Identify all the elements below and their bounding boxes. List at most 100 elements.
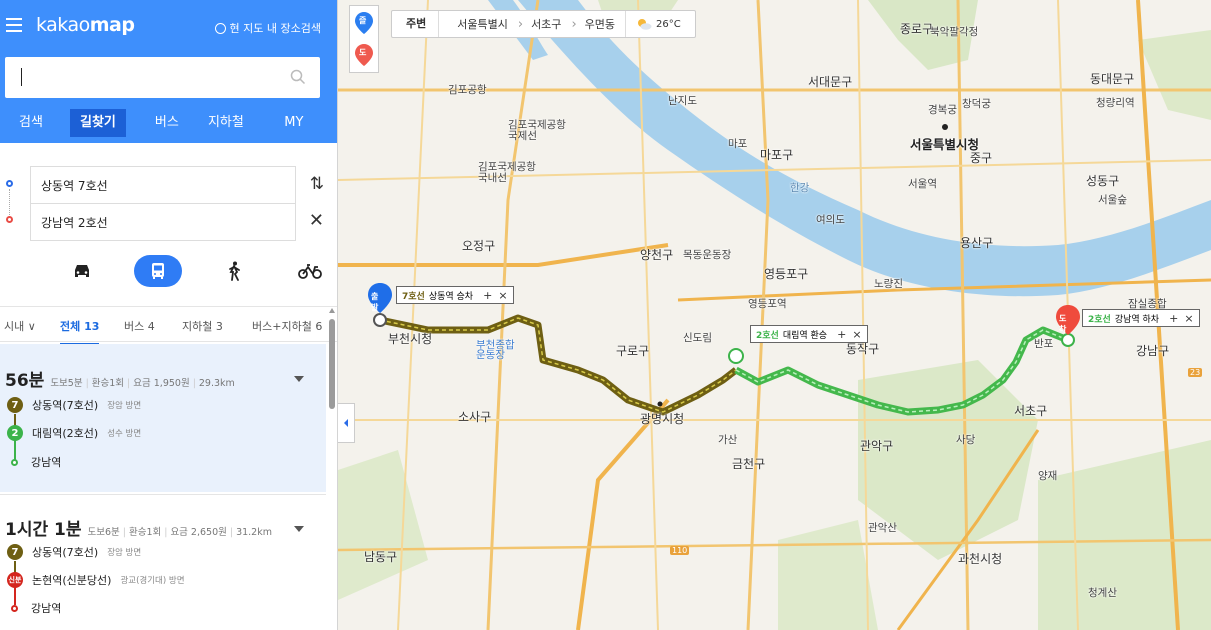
step-board: 7 상동역(7호선) 장암 방면 — [7, 544, 141, 560]
scrollbar-thumb[interactable] — [329, 319, 335, 409]
main-tabs: 검색 길찾기 버스 지하철 MY — [0, 108, 337, 138]
popup-text: 상동역 승차 — [428, 291, 474, 302]
duration: 56분 — [5, 371, 45, 391]
map-label-poi: 신도림 — [683, 332, 712, 344]
collapse-panel-button[interactable] — [338, 403, 355, 443]
step-arrive: 강남역 — [7, 454, 61, 470]
chevron-down-icon[interactable] — [294, 526, 304, 532]
fare: 요금 1,950원 — [133, 378, 190, 389]
direction: 장암 방면 — [107, 401, 142, 411]
tab-bus-subway-filter[interactable]: 버스+지하철 6 — [252, 318, 322, 334]
tab-subway-filter[interactable]: 지하철 3 — [182, 318, 223, 334]
close-icon[interactable]: × — [852, 328, 861, 341]
sinbundang-badge-icon: 신분 — [7, 572, 23, 588]
destination-pin-button[interactable]: 도 — [355, 44, 373, 70]
bus-icon — [152, 263, 164, 279]
tab-subway-label: 지하철 — [182, 320, 213, 333]
swap-icon[interactable]: ⇅ — [310, 174, 324, 194]
tab-bus-label: 버스 — [124, 320, 145, 333]
transit-mode-button[interactable] — [134, 255, 182, 287]
walk-mode-button[interactable] — [210, 255, 258, 287]
kakaomap-logo[interactable]: kakaomap — [36, 14, 135, 36]
highway-shield-icon: 110 — [670, 546, 690, 555]
step-transfer: 신분 논현역(신분당선) 광교(경기대) 방면 — [7, 572, 185, 588]
direction: 광교(경기대) 방면 — [120, 576, 185, 586]
transfer-count: 환승1회 — [128, 527, 162, 538]
station-name: 강남역 — [31, 602, 62, 615]
results-scrollbar[interactable] — [328, 305, 336, 415]
chevron-left-icon — [344, 419, 348, 427]
tab-bus[interactable]: 버스 — [134, 108, 200, 138]
map-label-poi: 사당 — [956, 434, 976, 446]
close-icon[interactable]: ✕ — [309, 210, 324, 231]
road-shield-icon: 23 — [1188, 368, 1203, 377]
nearby-button[interactable]: 주변 — [392, 11, 440, 37]
close-icon[interactable]: × — [1184, 312, 1193, 325]
breadcrumb-district[interactable]: 서초구 — [523, 16, 571, 32]
station-name: 상동역(7호선) — [32, 546, 99, 559]
map-label-district: 오정구 — [462, 239, 496, 253]
step-board: 7 상동역(7호선) 장암 방면 — [7, 397, 141, 413]
tab-all[interactable]: 전체 13 — [60, 318, 100, 345]
map-label-district: 서초구 — [1014, 404, 1048, 418]
map-label-cityhall: 부천시청 — [388, 332, 433, 346]
destination-dot-icon — [6, 216, 13, 223]
search-in-map-toggle[interactable]: 현 지도 내 장소검색 — [214, 20, 321, 36]
map-label-poi: 김포국제공항 국내선 — [478, 161, 536, 184]
tab-bus-filter[interactable]: 버스 4 — [124, 318, 155, 334]
close-icon[interactable]: × — [498, 289, 507, 302]
map-label-district: 마포구 — [760, 148, 794, 162]
distance: 31.2km — [236, 527, 272, 538]
car-mode-button[interactable] — [58, 255, 106, 287]
route-result-2[interactable]: 1시간 1분 도보6분 | 환승1회 | 요금 2,650원 | 31.2km 7 상동역(… — [0, 494, 326, 630]
map-label-poi: 창덕궁 — [962, 98, 991, 110]
popup-text: 대림역 환승 — [782, 330, 828, 341]
map-label-poi: 서울숲 — [1098, 194, 1127, 206]
walk-time: 도보6분 — [87, 527, 120, 538]
region-dropdown[interactable]: 시내 ∨ — [4, 318, 36, 334]
radio-icon — [214, 22, 226, 34]
duration: 1시간 1분 — [5, 520, 82, 540]
tab-subway[interactable]: 지하철 — [200, 108, 252, 138]
breadcrumb-neighborhood[interactable]: 우면동 — [577, 16, 625, 32]
sidebar-panel: kakaomap 현 지도 내 장소검색 검색 길찾기 버스 지하철 MY 상동… — [0, 0, 338, 630]
tab-my[interactable]: MY — [252, 108, 336, 138]
transfer-count: 환승1회 — [91, 378, 125, 389]
station-name: 강남역 — [31, 456, 62, 469]
temperature: 26°C — [656, 18, 681, 30]
destination-field[interactable]: 강남역 2호선 — [30, 203, 296, 241]
add-icon[interactable]: + — [1169, 312, 1178, 325]
weather-widget[interactable]: 26°C — [625, 11, 695, 37]
map-label-poi: 김포공항 — [448, 84, 487, 96]
partly-cloudy-icon — [638, 19, 652, 30]
result-meta: 도보5분 | 환승1회 | 요금 1,950원 | 29.3km — [50, 378, 235, 389]
search-box — [5, 57, 320, 98]
tab-directions[interactable]: 길찾기 — [70, 109, 126, 137]
result-summary: 1시간 1분 도보6분 | 환승1회 | 요금 2,650원 | 31.2km — [5, 515, 272, 540]
add-icon[interactable]: + — [483, 289, 492, 302]
tab-search[interactable]: 검색 — [0, 108, 62, 138]
favorites-button[interactable]: 즐 — [355, 12, 373, 38]
map-label-district: 성동구 — [1086, 174, 1120, 188]
tab-bus-count: 4 — [147, 320, 155, 333]
map-canvas[interactable]: 종로구 북악팔각정 서대문구 동대문구 청량리역 경복궁 창덕궁 서울특별시청 … — [338, 0, 1211, 630]
map-label-poi: 노량진 — [874, 278, 903, 290]
tab-subway-count: 3 — [215, 320, 223, 333]
menu-icon[interactable] — [6, 18, 22, 32]
add-icon[interactable]: + — [837, 328, 846, 341]
search-icon[interactable] — [290, 69, 306, 85]
scroll-up-icon[interactable] — [328, 305, 336, 315]
favorite-label: 즐 — [359, 16, 367, 25]
chevron-down-icon[interactable] — [294, 376, 304, 382]
breadcrumb-city[interactable]: 서울특별시 — [439, 16, 518, 32]
bike-mode-button[interactable] — [286, 255, 334, 287]
result-summary: 56분 도보5분 | 환승1회 | 요금 1,950원 | 29.3km — [5, 366, 235, 391]
route-result-1[interactable]: 56분 도보5분 | 환승1회 | 요금 1,950원 | 29.3km 7 상동역(7호선… — [0, 344, 326, 492]
station-name: 상동역(7호선) — [32, 399, 99, 412]
origin-field[interactable]: 상동역 7호선 — [30, 166, 296, 204]
line-2-badge-icon: 2 — [7, 425, 23, 441]
station-name: 논현역(신분당선) — [32, 574, 112, 587]
search-input[interactable] — [15, 57, 285, 96]
map-label-river: 한강 — [790, 182, 810, 194]
map-label-poi: 마포 — [728, 138, 748, 150]
